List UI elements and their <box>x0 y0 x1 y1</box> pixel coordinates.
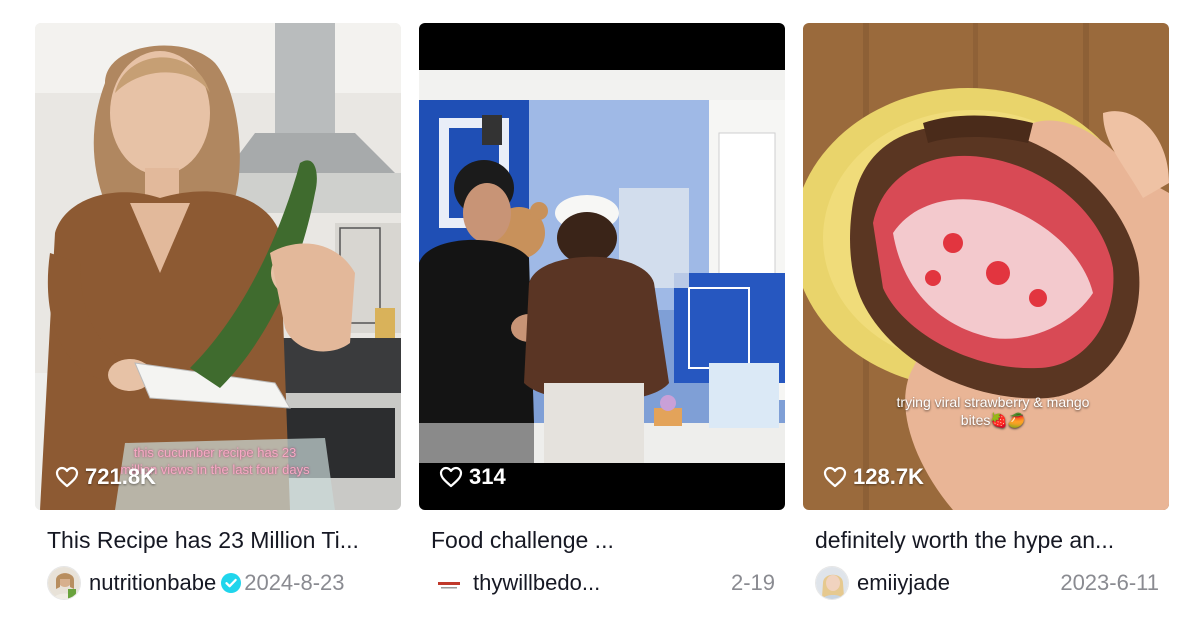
video-title[interactable]: Food challenge ... <box>419 526 785 554</box>
likes-counter: 721.8K <box>55 464 156 490</box>
heart-outline-icon <box>823 466 847 488</box>
video-title[interactable]: This Recipe has 23 Million Ti... <box>35 526 401 554</box>
video-thumbnail[interactable]: trying viral strawberry & mango bites🍓🥭 … <box>803 23 1169 510</box>
kitchen-scene-image <box>35 23 401 510</box>
avatar[interactable] <box>431 566 465 600</box>
video-thumbnail[interactable]: this cucumber recipe has 23 million view… <box>35 23 401 510</box>
video-title[interactable]: definitely worth the hype an... <box>803 526 1169 554</box>
video-card[interactable]: trying viral strawberry & mango bites🍓🥭 … <box>803 23 1169 600</box>
avatar[interactable] <box>815 566 849 600</box>
strawberry-mango-bites-image <box>803 23 1169 510</box>
food-challenge-scene-image <box>419 23 785 510</box>
heart-outline-icon <box>439 466 463 488</box>
video-meta: thywillbedo... 2-19 <box>419 566 785 600</box>
likes-counter: 128.7K <box>823 464 924 490</box>
likes-counter: 314 <box>439 464 506 490</box>
heart-outline-icon <box>55 466 79 488</box>
caption-overlay-text: trying viral strawberry & mango bites🍓🥭 <box>896 394 1090 428</box>
likes-count: 314 <box>469 464 506 489</box>
video-thumbnail[interactable]: 314 <box>419 23 785 510</box>
video-card[interactable]: this cucumber recipe has 23 million view… <box>35 23 401 600</box>
likes-count: 721.8K <box>85 464 156 489</box>
post-date: 2023-6-11 <box>1060 570 1159 595</box>
video-meta: nutritionbabe 2024-8-23 <box>35 566 401 600</box>
post-date: 2-19 <box>730 570 775 595</box>
likes-count: 128.7K <box>853 464 924 489</box>
username-link[interactable]: thywillbedo... <box>473 570 600 596</box>
video-meta: emiiyjade 2023-6-11 <box>803 566 1169 600</box>
verified-badge-icon <box>221 573 242 593</box>
username-link[interactable]: emiiyjade <box>857 570 950 596</box>
user-avatar-image <box>48 567 80 599</box>
username-link[interactable]: nutritionbabe <box>89 570 216 596</box>
post-date: 2024-8-23 <box>244 570 345 595</box>
video-card[interactable]: 314 Food challenge ... thywillbedo... 2-… <box>419 23 785 600</box>
avatar[interactable] <box>47 566 81 600</box>
user-avatar-image <box>816 567 848 599</box>
user-avatar-image <box>432 567 464 599</box>
